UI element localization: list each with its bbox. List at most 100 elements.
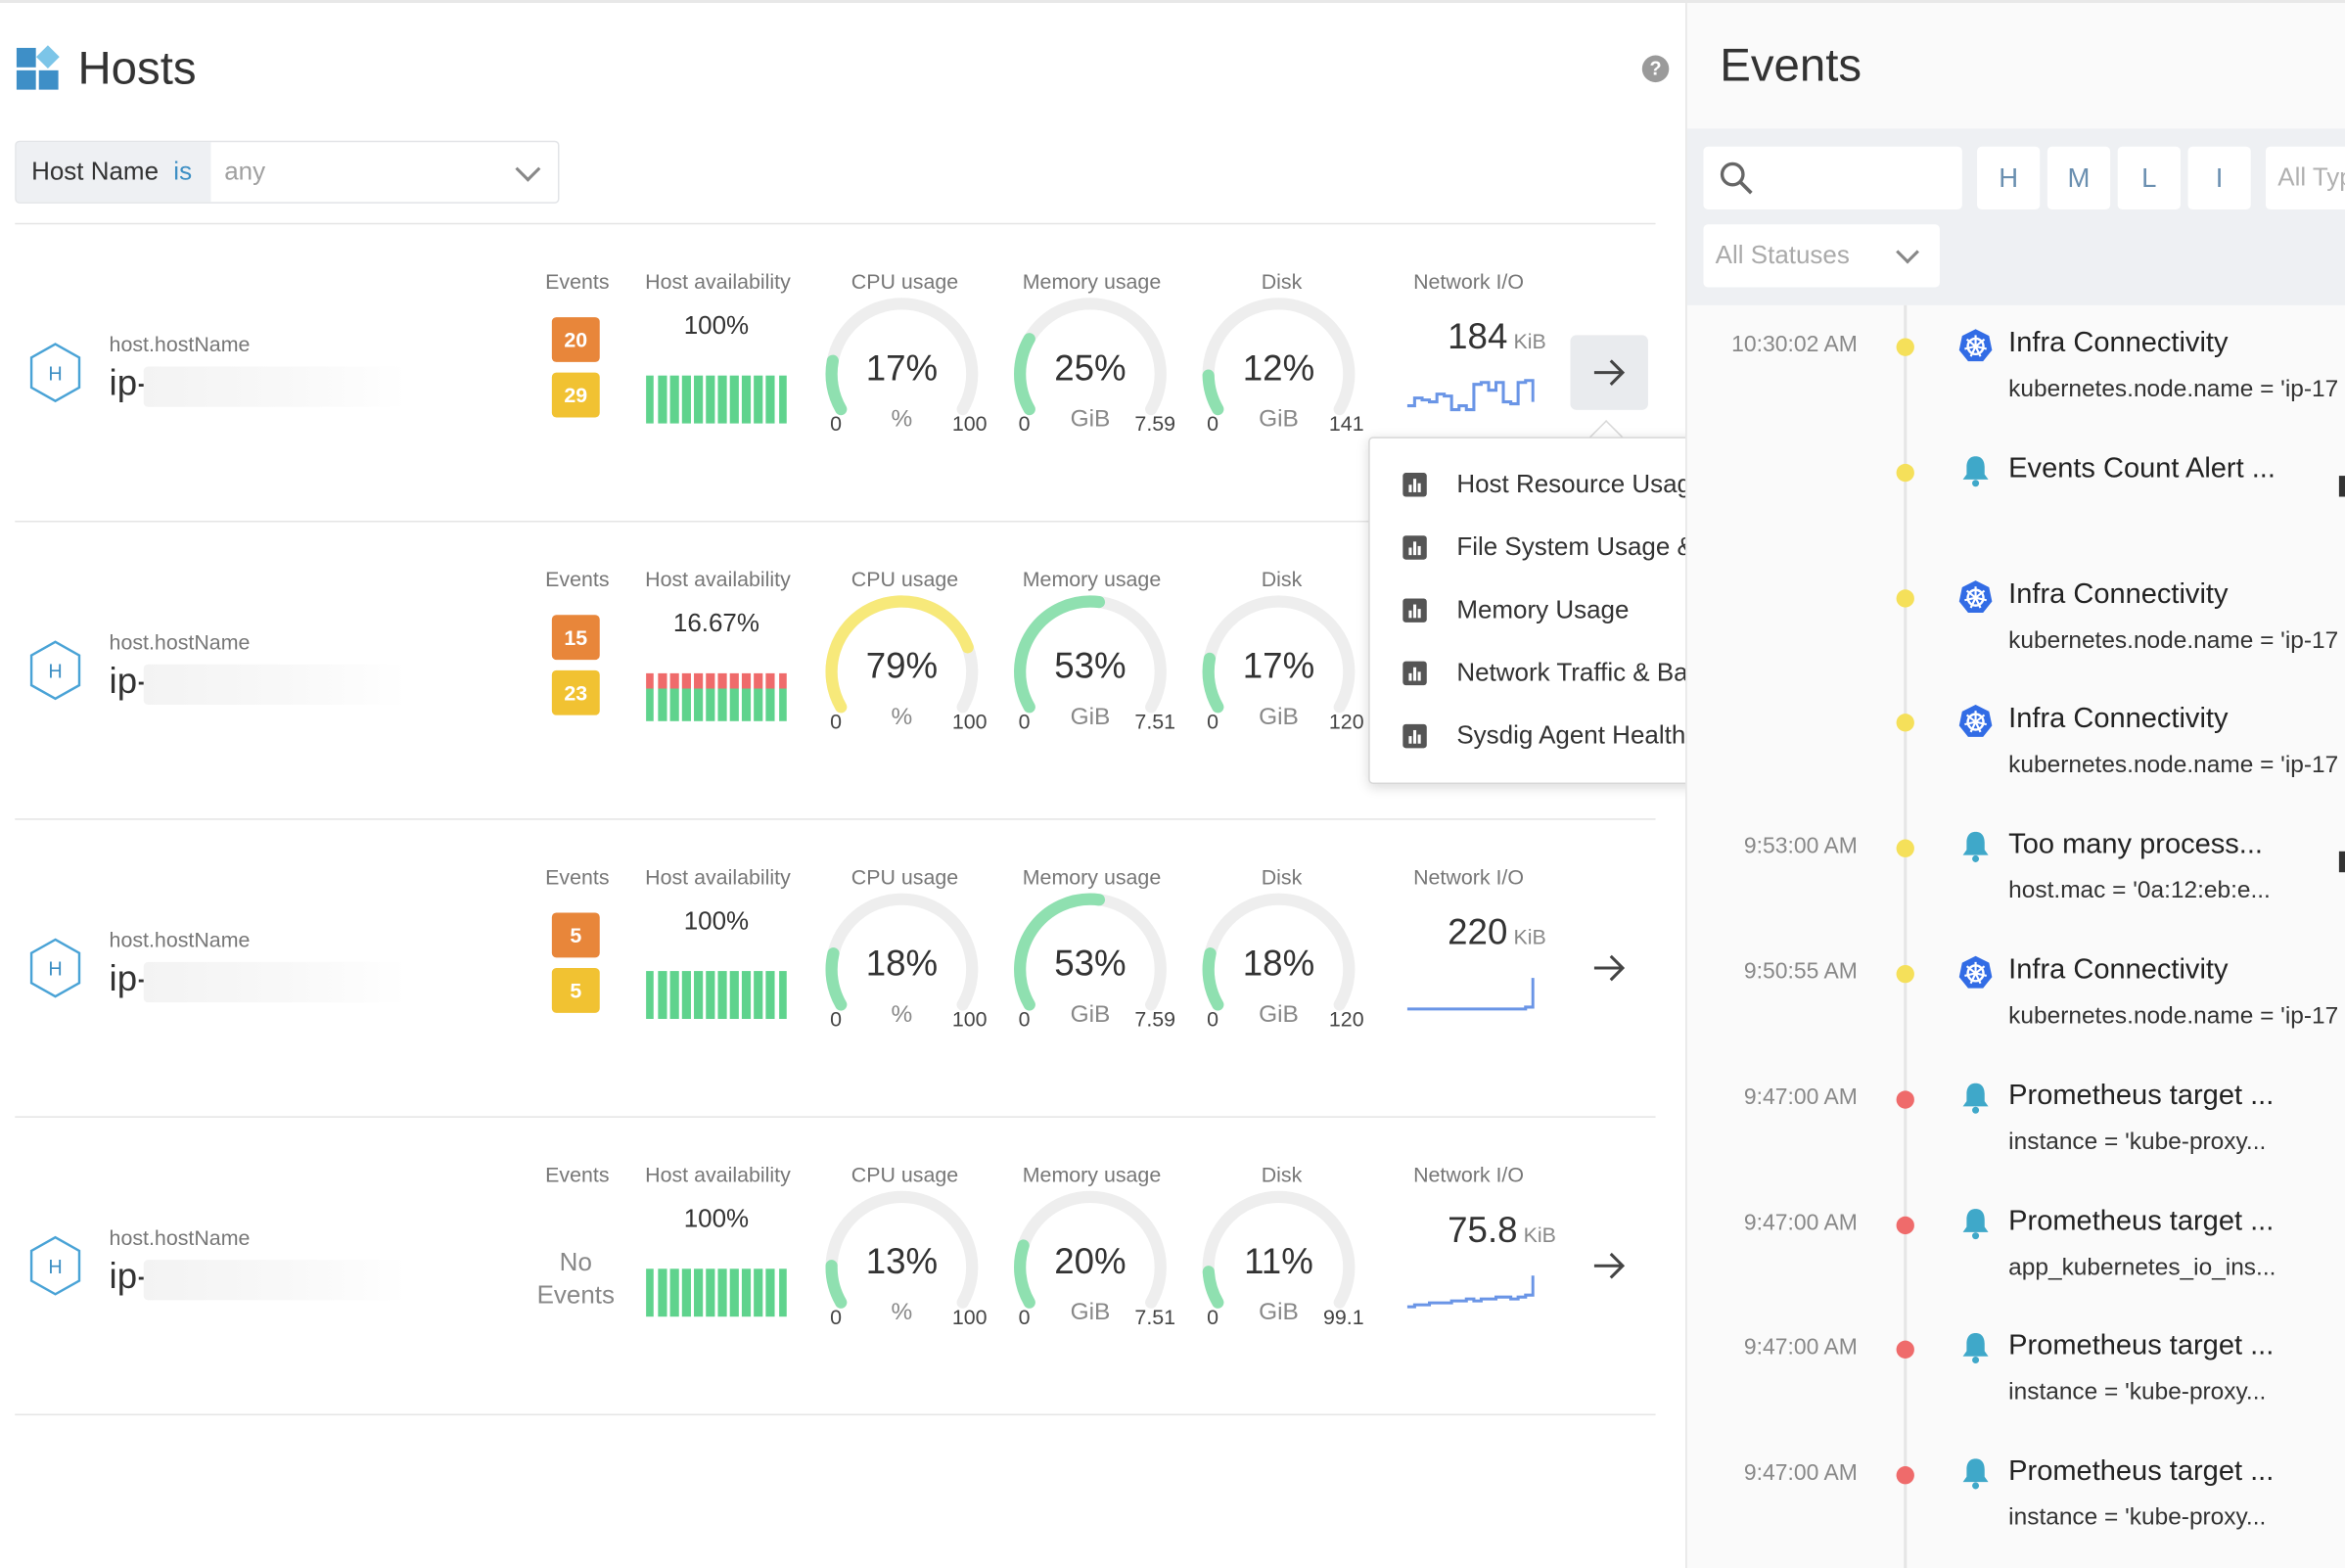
host-name-redacted <box>143 366 407 407</box>
severity-medium-button[interactable]: M <box>2046 146 2111 210</box>
event-list-item[interactable]: Events Count Alert ... <box>1687 431 2345 556</box>
event-list-item[interactable]: 9:47:00 AM Prometheus target ... instance … <box>1687 1434 2345 1559</box>
event-severity-dot <box>1896 1090 1914 1109</box>
memory-gauge-max: 7.59 <box>1134 411 1176 436</box>
status-filter-value: All Statuses <box>1715 241 1850 270</box>
availability-bar <box>754 971 763 1019</box>
filter-value: any <box>224 157 266 186</box>
column-label-events: Events <box>545 864 610 890</box>
memory-gauge-value: 25% <box>1054 348 1127 390</box>
event-time: 9:47:00 AM <box>1743 1335 1858 1361</box>
network-io-sparkline <box>1406 379 1535 412</box>
event-list-item[interactable]: 9:53:00 AM Too many process... host.mac = … <box>1687 807 2345 932</box>
host-icon-letter: H <box>48 363 62 385</box>
status-filter-select[interactable]: All Statuses <box>1703 224 1940 288</box>
availability-bar <box>730 1268 739 1317</box>
availability-bars <box>646 971 787 1019</box>
open-dashboard-button[interactable] <box>1570 931 1647 1005</box>
events-panel: Events H M L I All Typ All Statuses 10:3… <box>1685 3 2345 1568</box>
severity-info-button[interactable]: I <box>2187 146 2251 210</box>
event-list-item[interactable]: Infra Connectivity kubernetes.node.name =… <box>1687 681 2345 807</box>
availability-bar <box>694 1268 703 1317</box>
open-dashboard-button[interactable] <box>1570 335 1648 410</box>
host-filter[interactable]: Host Name is any <box>15 140 560 204</box>
open-dashboard-button[interactable] <box>1570 1228 1647 1303</box>
host-label: host.hostName <box>109 1224 251 1250</box>
event-list-item[interactable]: 10:30:02 AM Infra Connectivity kubernetes.… <box>1687 305 2345 431</box>
event-severity-dot <box>1896 839 1914 858</box>
event-list-item[interactable]: 9:50:55 AM Infra Connectivity kubernetes.n… <box>1687 932 2345 1057</box>
bell-icon <box>1962 1208 1989 1239</box>
event-scope: instance = 'kube-proxy... <box>2008 1129 2267 1155</box>
event-severity-dot <box>1896 1466 1914 1485</box>
column-label-disk: Disk <box>1261 567 1303 591</box>
event-name: Prometheus target ... <box>2008 1455 2275 1488</box>
availability-bar <box>754 1268 763 1317</box>
event-count-medium-badge[interactable]: 29 <box>551 372 600 418</box>
event-severity-dot <box>1896 338 1914 356</box>
availability-bar <box>730 375 739 424</box>
event-count-high-badge[interactable]: 5 <box>551 912 600 958</box>
filter-operator[interactable]: is <box>173 158 192 188</box>
event-name: Infra Connectivity <box>2008 577 2229 611</box>
availability-bar <box>717 672 727 721</box>
availability-bar <box>742 1268 751 1317</box>
availability-bar <box>742 672 751 721</box>
column-label-availability: Host availability <box>645 269 791 294</box>
host-row: Hhost.hostName ip- Events Host availability… <box>0 820 1685 1118</box>
availability-value: 100% <box>683 310 750 340</box>
event-name: Prometheus target ... <box>2008 1205 2275 1237</box>
bar-chart-icon <box>1402 661 1427 686</box>
event-count-high-badge[interactable]: 20 <box>551 317 600 362</box>
memory-gauge: 53% 0 GiB 7.51 <box>1011 594 1175 744</box>
event-severity-dot <box>1896 463 1914 482</box>
page-title: Hosts <box>77 41 197 95</box>
column-label-availability: Host availability <box>645 1162 791 1187</box>
availability-bar <box>754 375 763 424</box>
network-io-unit: KiB <box>1523 1222 1556 1247</box>
severity-low-button[interactable]: L <box>2117 146 2181 210</box>
kubernetes-icon <box>1958 955 1993 989</box>
event-count-medium-badge[interactable]: 5 <box>551 968 600 1013</box>
disk-gauge-max: 120 <box>1328 709 1364 734</box>
host-icon-letter: H <box>48 959 62 981</box>
severity-high-button[interactable]: H <box>1977 146 2041 210</box>
type-filter-select[interactable]: All Typ <box>2266 146 2345 210</box>
search-icon <box>1720 161 1753 195</box>
column-label-availability: Host availability <box>645 567 791 591</box>
network-io-value: 184 KiB <box>1448 317 1546 359</box>
event-list-item[interactable]: 9:47:00 AM Prometheus target ... app_kuber… <box>1687 1183 2345 1309</box>
event-count-high-badge[interactable]: 15 <box>551 615 600 661</box>
bell-icon <box>1962 832 1989 863</box>
column-label-events: Events <box>545 567 610 591</box>
bell-icon <box>1962 455 1989 486</box>
cpu-gauge: 18% 0% 100 <box>822 892 988 1041</box>
event-scope: kubernetes.node.name = 'ip-17 <box>2008 627 2339 654</box>
arrow-right-icon <box>1593 359 1626 386</box>
event-list-item[interactable]: 9:47:00 AM Prometheus target ... instance … <box>1687 1309 2345 1434</box>
availability-bar <box>778 971 787 1019</box>
host-label: host.hostName <box>109 332 251 356</box>
event-name: Too many process... <box>2008 829 2264 861</box>
availability-bar <box>646 971 655 1019</box>
event-count-medium-badge[interactable]: 23 <box>551 669 600 715</box>
help-icon[interactable]: ? <box>1641 55 1670 83</box>
sparkline-path <box>1406 1275 1535 1309</box>
cpu-gauge-value: 17% <box>865 348 939 390</box>
no-events-label: No Events <box>536 1247 616 1310</box>
memory-gauge: 53% 0 GiB 7.59 <box>1011 892 1175 1041</box>
column-label-cpu: CPU usage <box>851 864 959 890</box>
arrow-path <box>1593 954 1626 982</box>
host-hex-icon: H <box>29 640 81 701</box>
event-list-item[interactable]: Infra Connectivity kubernetes.node.name =… <box>1687 556 2345 681</box>
availability-bar <box>778 1268 787 1317</box>
availability-bar <box>742 971 751 1019</box>
event-name: Prometheus target ... <box>2008 1080 2275 1112</box>
disk-gauge: 12% 0 GiB 141 <box>1200 297 1364 446</box>
filter-value-select[interactable]: any <box>210 142 558 202</box>
search-input[interactable] <box>1703 146 1962 210</box>
bell-body <box>1962 455 1989 480</box>
event-list-item[interactable]: 9:47:00 AM Prometheus target ... instance … <box>1687 1057 2345 1182</box>
filter-key[interactable]: Host Name is <box>16 142 211 203</box>
sparkline-path <box>1406 978 1535 1011</box>
